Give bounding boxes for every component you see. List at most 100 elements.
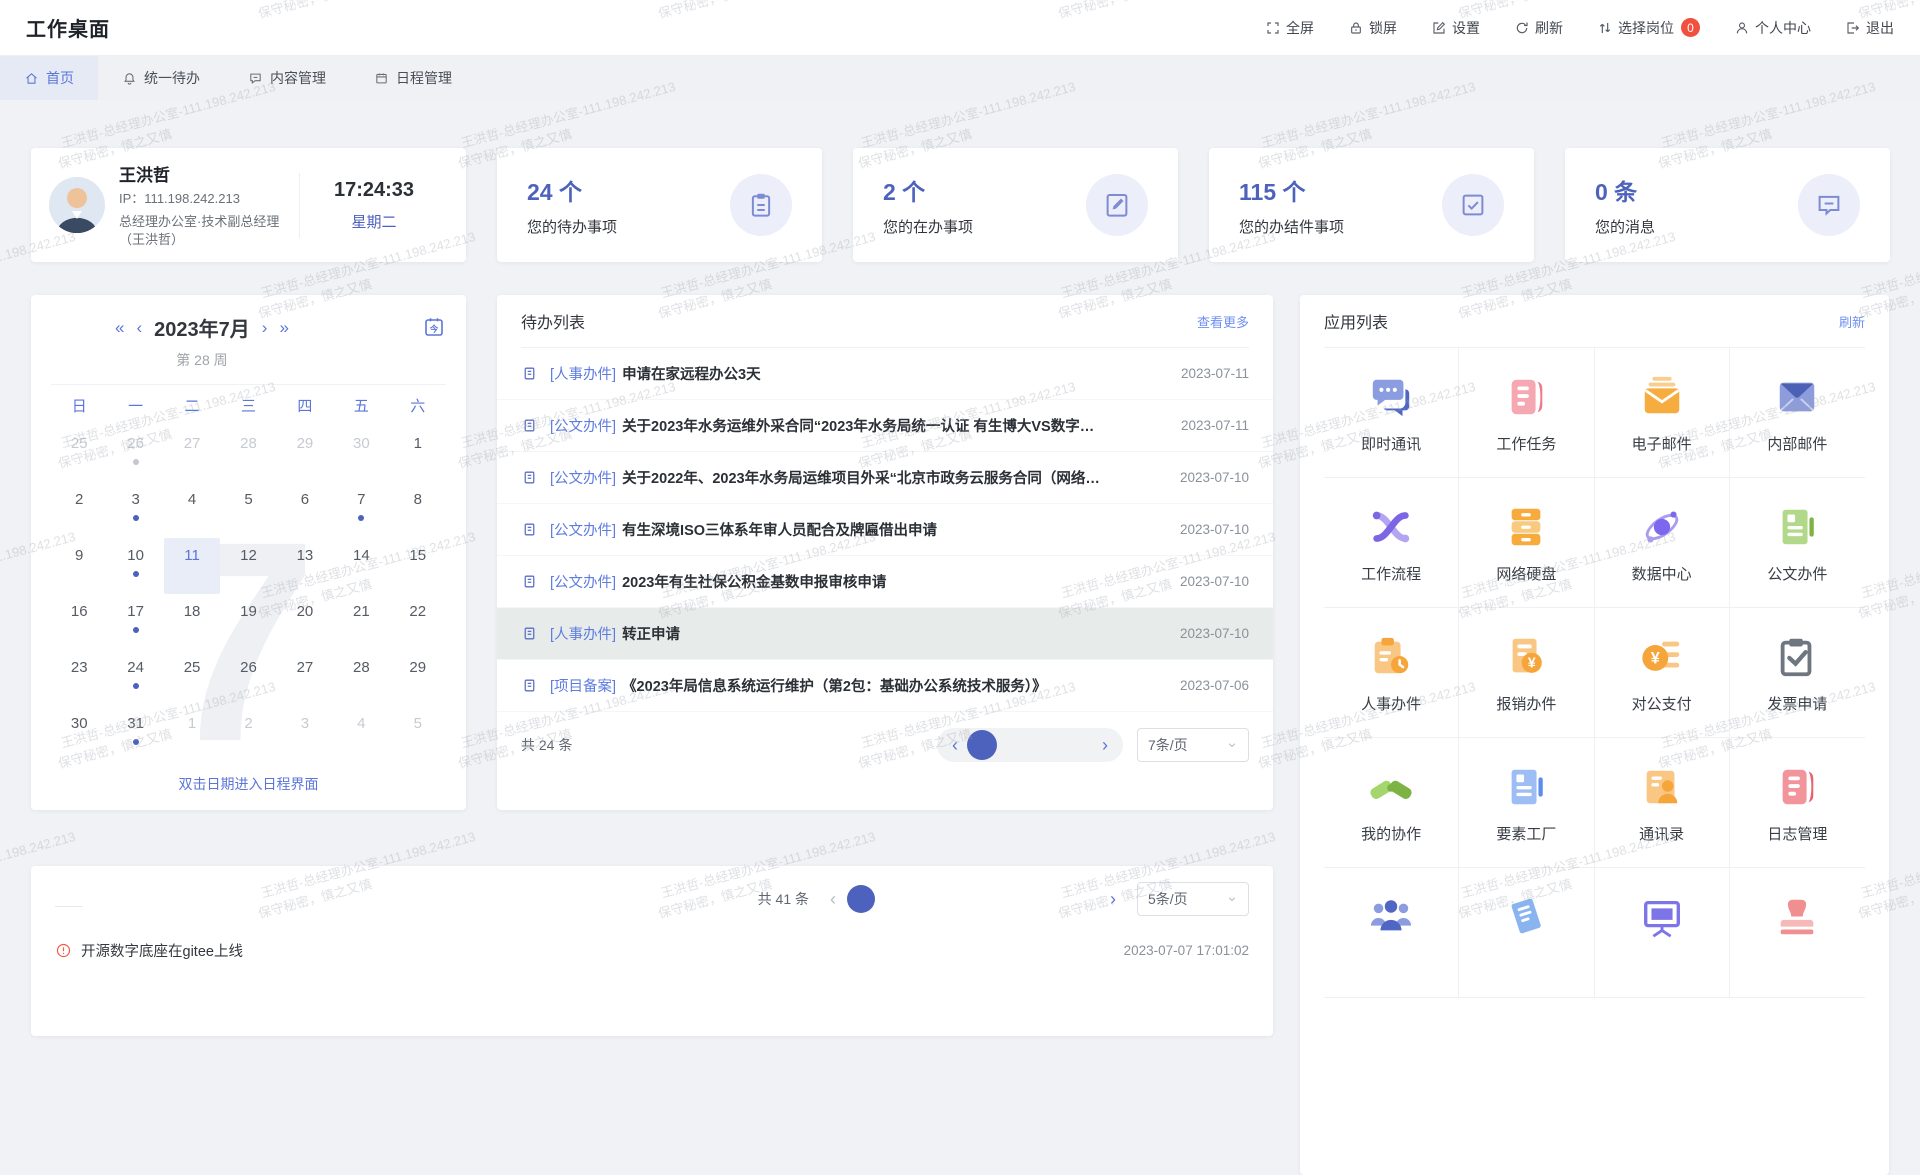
calendar-day[interactable]: 5 xyxy=(390,706,446,762)
calendar-day[interactable]: 27 xyxy=(164,426,220,482)
calendar-day[interactable]: 28 xyxy=(220,426,276,482)
calendar-day[interactable]: 2 xyxy=(220,706,276,762)
app-item-内部邮件[interactable]: 内部邮件 xyxy=(1730,348,1865,478)
app-item-stamp[interactable] xyxy=(1730,868,1865,998)
todo-item[interactable]: [人事办件] 转正申请 2023-07-10 xyxy=(497,608,1273,660)
news-next-page-button[interactable]: › xyxy=(1103,890,1123,908)
view-more-link[interactable]: 查看更多 xyxy=(1197,312,1249,331)
calendar-day[interactable]: 25 xyxy=(51,426,107,482)
calendar-day[interactable]: 1 xyxy=(390,426,446,482)
page-number[interactable] xyxy=(911,885,939,913)
app-item-即时通讯[interactable]: 即时通讯 xyxy=(1324,348,1459,478)
calendar-day[interactable]: 29 xyxy=(390,650,446,706)
next-month-button[interactable]: › xyxy=(262,319,268,336)
calendar-day[interactable]: 11 xyxy=(164,538,220,594)
apps-refresh-link[interactable]: 刷新 xyxy=(1839,312,1865,331)
app-item-数据中心[interactable]: 数据中心 xyxy=(1595,478,1730,608)
app-item-我的协作[interactable]: 我的协作 xyxy=(1324,738,1459,868)
today-icon[interactable]: 今 xyxy=(422,315,446,339)
app-item-通讯录[interactable]: 通讯录 xyxy=(1595,738,1730,868)
tab-chat-square[interactable]: 内容管理 xyxy=(224,56,350,100)
news-item[interactable]: 开源数字底座在gitee上线 2023-07-07 17:01:02 xyxy=(55,940,1249,961)
app-item-公文办件[interactable]: 公文办件 xyxy=(1730,478,1865,608)
calendar-day[interactable]: 28 xyxy=(333,650,389,706)
calendar-day[interactable]: 21 xyxy=(333,594,389,650)
app-item-对公支付[interactable]: ¥ 对公支付 xyxy=(1595,608,1730,738)
calendar-day[interactable]: 23 xyxy=(51,650,107,706)
page-number[interactable] xyxy=(943,885,971,913)
prev-page-button[interactable]: ‹ xyxy=(945,736,965,754)
header-action-lock[interactable]: 锁屏 xyxy=(1348,18,1397,38)
calendar-day[interactable]: 25 xyxy=(164,650,220,706)
calendar-day[interactable]: 14 xyxy=(333,538,389,594)
app-item-网络硬盘[interactable]: 网络硬盘 xyxy=(1459,478,1594,608)
todo-item[interactable]: [公文办件] 关于2023年水务运维外采合同“2023年水务局统一认证 有生博大… xyxy=(497,400,1273,452)
header-action-logout[interactable]: 退出 xyxy=(1845,18,1894,38)
page-number[interactable] xyxy=(975,885,1003,913)
header-action-fullscreen[interactable]: 全屏 xyxy=(1265,18,1314,38)
calendar-day[interactable]: 4 xyxy=(164,482,220,538)
tab-bell[interactable]: 统一待办 xyxy=(98,56,224,100)
app-item-要素工厂[interactable]: 要素工厂 xyxy=(1459,738,1594,868)
calendar-day[interactable]: 3 xyxy=(107,482,163,538)
app-item-receipt[interactable] xyxy=(1459,868,1594,998)
app-item-日志管理[interactable]: 日志管理 xyxy=(1730,738,1865,868)
calendar-day[interactable]: 26 xyxy=(107,426,163,482)
todo-item[interactable]: [公文办件] 2023年有生社保公积金基数申报审核申请 2023-07-10 xyxy=(497,556,1273,608)
app-item-人事办件[interactable]: 人事办件 xyxy=(1324,608,1459,738)
calendar-day[interactable]: 15 xyxy=(390,538,446,594)
calendar-day[interactable]: 5 xyxy=(220,482,276,538)
tab-home[interactable]: 首页 xyxy=(0,56,98,100)
calendar-day[interactable]: 30 xyxy=(333,426,389,482)
calendar-day[interactable]: 26 xyxy=(220,650,276,706)
page-number[interactable] xyxy=(847,885,875,913)
todo-item[interactable]: [公文办件] 关于2022年、2023年水务局运维项目外采“北京市政务云服务合同… xyxy=(497,452,1273,504)
calendar-day[interactable]: 6 xyxy=(277,482,333,538)
app-item-people[interactable] xyxy=(1324,868,1459,998)
calendar-day[interactable]: 9 xyxy=(51,538,107,594)
calendar-day[interactable]: 17 xyxy=(107,594,163,650)
calendar-day[interactable]: 10 xyxy=(107,538,163,594)
app-item-board[interactable] xyxy=(1595,868,1730,998)
header-action-refresh[interactable]: 刷新 xyxy=(1514,18,1563,38)
news-page-size-select[interactable]: 5条/页 xyxy=(1137,882,1249,916)
tab-calendar[interactable]: 日程管理 xyxy=(350,56,476,100)
calendar-day[interactable]: 1 xyxy=(164,706,220,762)
app-item-工作流程[interactable]: 工作流程 xyxy=(1324,478,1459,608)
app-item-电子邮件[interactable]: 电子邮件 xyxy=(1595,348,1730,478)
calendar-day[interactable]: 30 xyxy=(51,706,107,762)
page-number[interactable] xyxy=(1031,730,1061,760)
page-number[interactable] xyxy=(967,730,997,760)
calendar-day[interactable]: 4 xyxy=(333,706,389,762)
next-page-button[interactable]: › xyxy=(1095,736,1115,754)
page-number[interactable] xyxy=(879,885,907,913)
calendar-day[interactable]: 22 xyxy=(390,594,446,650)
calendar-day[interactable]: 27 xyxy=(277,650,333,706)
calendar-day[interactable]: 7 xyxy=(333,482,389,538)
calendar-day[interactable]: 12 xyxy=(220,538,276,594)
prev-month-button[interactable]: ‹ xyxy=(136,319,142,336)
calendar-day[interactable]: 8 xyxy=(390,482,446,538)
header-action-edit-square[interactable]: 设置 xyxy=(1431,18,1480,38)
calendar-day[interactable]: 2 xyxy=(51,482,107,538)
page-number[interactable] xyxy=(1039,885,1067,913)
calendar-day[interactable]: 20 xyxy=(277,594,333,650)
header-action-user[interactable]: 个人中心 xyxy=(1734,18,1811,38)
todo-page-size-select[interactable]: 7条/页 xyxy=(1137,728,1249,762)
calendar-day[interactable]: 31 xyxy=(107,706,163,762)
next-year-button[interactable]: » xyxy=(279,319,288,336)
page-number[interactable] xyxy=(999,730,1029,760)
prev-year-button[interactable]: « xyxy=(115,319,124,336)
header-action-swap[interactable]: 选择岗位 0 xyxy=(1597,18,1700,38)
app-item-报销办件[interactable]: ¥ 报销办件 xyxy=(1459,608,1594,738)
page-number[interactable] xyxy=(1063,730,1093,760)
calendar-day[interactable]: 16 xyxy=(51,594,107,650)
app-item-工作任务[interactable]: 工作任务 xyxy=(1459,348,1594,478)
todo-item[interactable]: [公文办件] 有生深境ISO三体系年审人员配合及牌匾借出申请 2023-07-1… xyxy=(497,504,1273,556)
calendar-day[interactable]: 13 xyxy=(277,538,333,594)
calendar-day[interactable]: 18 xyxy=(164,594,220,650)
news-prev-page-button[interactable]: ‹ xyxy=(823,890,843,908)
calendar-day[interactable]: 3 xyxy=(277,706,333,762)
calendar-day[interactable]: 19 xyxy=(220,594,276,650)
calendar-day[interactable]: 24 xyxy=(107,650,163,706)
